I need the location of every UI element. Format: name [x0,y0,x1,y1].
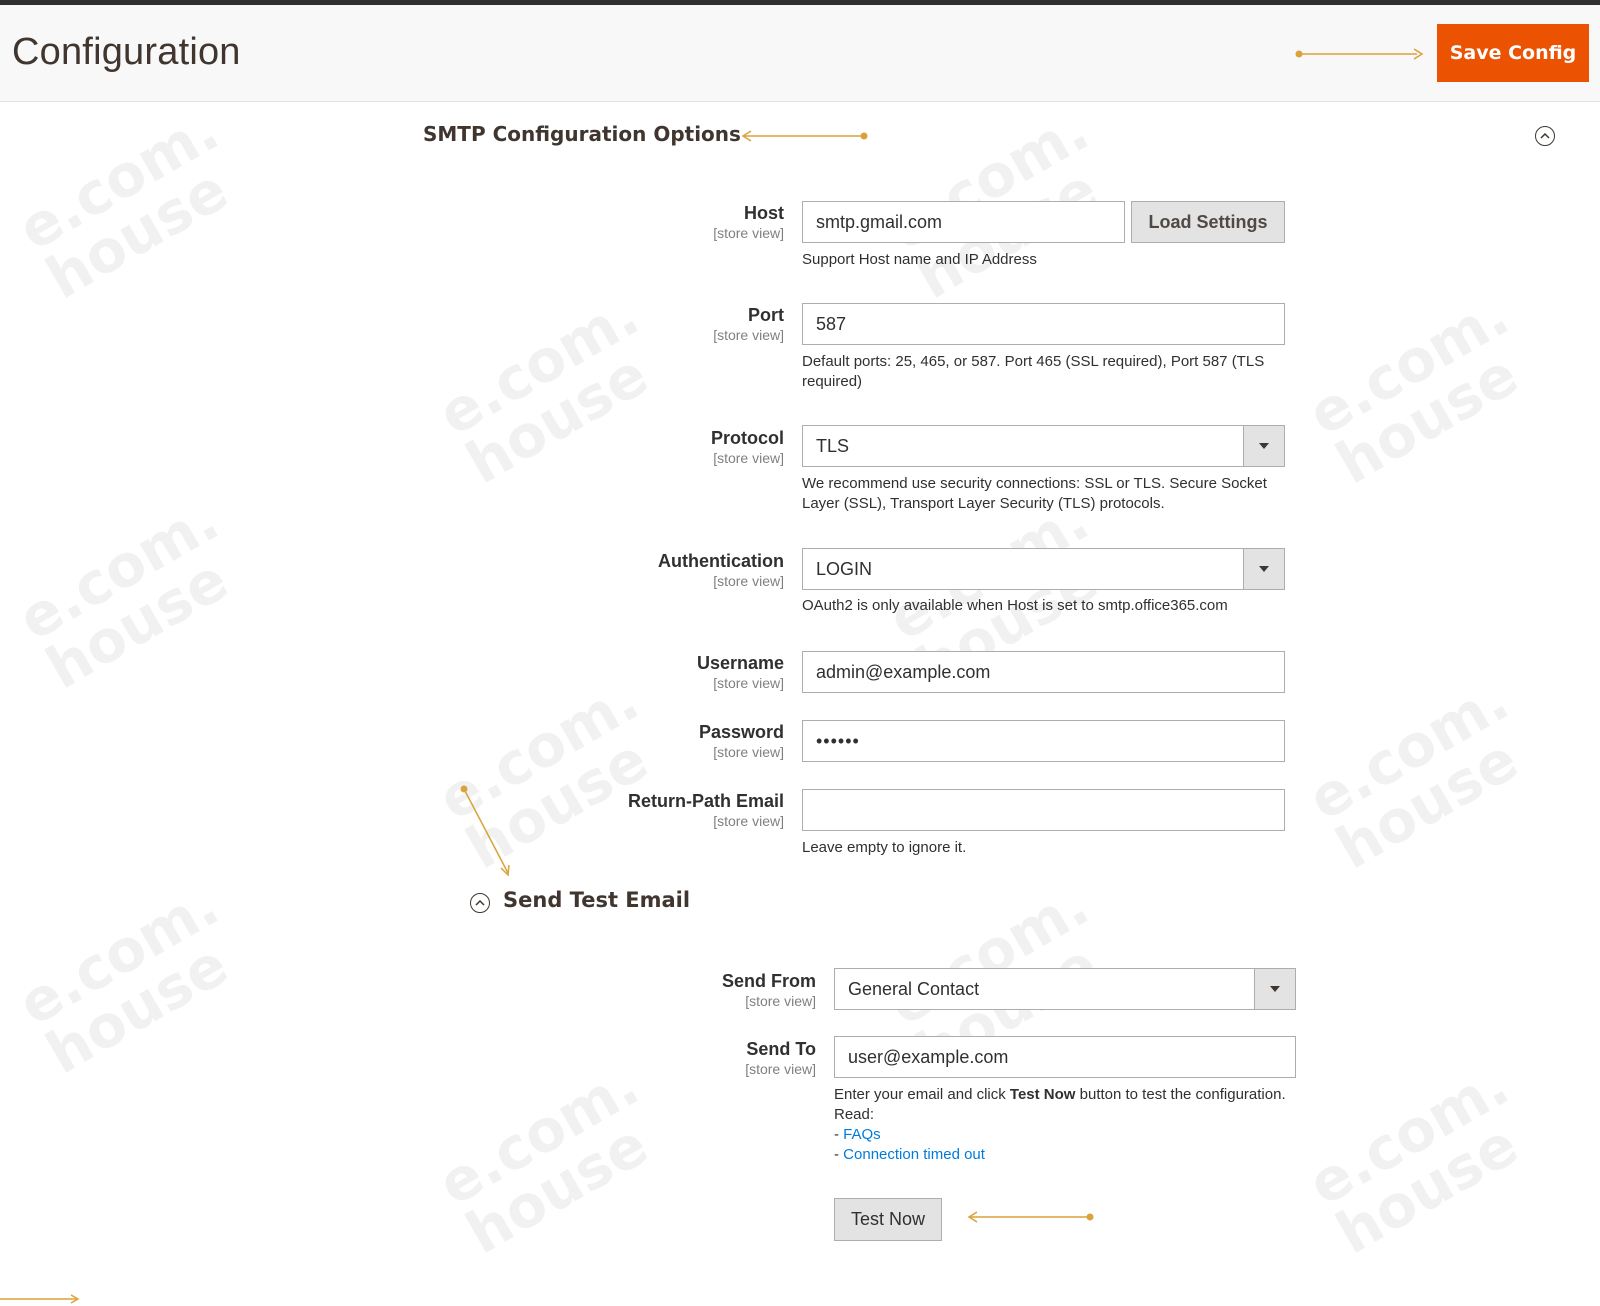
watermark: e.com. house [1297,280,1529,498]
test-now-button[interactable]: Test Now [834,1198,942,1241]
scope-label: [store view] [713,744,784,760]
send-from-label: Send From [store view] [516,970,816,1010]
field-label-text: Username [696,653,784,673]
send-from-select[interactable]: General Contact [834,968,1296,1010]
authentication-note: OAuth2 is only available when Host is se… [802,597,1228,614]
send-test-email-title: Send Test Email [503,888,691,912]
host-note: Support Host name and IP Address [802,251,1037,268]
protocol-note: We recommend use security connections: S… [802,475,1267,512]
username-label: Username [store view] [484,652,784,692]
caret-down-icon[interactable] [1254,969,1295,1009]
field-label-text: Send From [721,971,816,991]
field-label-text: Send To [746,1039,816,1059]
port-input[interactable]: 587 [802,303,1285,345]
annotation-arrow [0,1294,80,1304]
field-label-text: Protocol [710,428,784,448]
password-label: Password [store view] [484,721,784,761]
selected-value: TLS [816,436,850,456]
section-title: SMTP Configuration Options [423,122,741,146]
watermark: e.com. house [7,870,239,1088]
selected-value: General Contact [848,979,980,999]
send-to-input[interactable]: user@example.com [834,1036,1296,1078]
send-to-label: Send To [store view] [516,1038,816,1078]
send-to-note: Enter your email and click Test Now butt… [834,1085,1304,1165]
host-input[interactable]: smtp.gmail.com [802,201,1125,243]
scope-label: [store view] [713,327,784,343]
link-prefix: - [834,1126,844,1143]
watermark: e.com. house [7,485,239,703]
field-label-text: Password [698,722,784,742]
note-bold-text: Test Now [1009,1086,1076,1103]
authentication-select[interactable]: LOGIN [802,548,1285,590]
protocol-select[interactable]: TLS [802,425,1285,467]
faqs-link[interactable]: FAQs [843,1126,881,1143]
save-config-button[interactable]: Save Config [1437,24,1589,82]
chevron-up-circle-icon[interactable] [470,893,490,913]
port-note: Default ports: 25, 465, or 587. Port 465… [802,353,1265,390]
scope-label: [store view] [713,675,784,691]
field-label-text: Port [748,305,784,325]
link-prefix: - [834,1146,844,1163]
annotation-arrow [741,130,868,142]
password-input[interactable]: •••••• [802,720,1285,762]
scope-label: [store view] [713,450,784,466]
caret-down-icon[interactable] [1243,426,1284,466]
selected-value: LOGIN [816,559,873,579]
page-title: Configuration [12,31,241,73]
note-text: Enter your email and click [834,1086,1010,1103]
port-label: Port [store view] [484,304,784,344]
scope-label: [store view] [745,993,816,1009]
field-label-text: Return-Path Email [627,791,784,811]
scope-label: [store view] [713,813,784,829]
watermark: e.com. house [7,95,239,313]
connection-timed-out-link[interactable]: Connection timed out [843,1146,985,1163]
annotation-arrow [967,1211,1094,1223]
return-path-input[interactable] [802,789,1285,831]
note-read-label: Read: [834,1106,875,1123]
scope-label: [store view] [713,573,784,589]
watermark: e.com. house [427,1050,659,1268]
field-label-text: Host [744,203,784,223]
watermark: e.com. house [1297,1050,1529,1268]
load-settings-button[interactable]: Load Settings [1131,201,1285,243]
scope-label: [store view] [713,225,784,241]
scope-label: [store view] [745,1061,816,1077]
host-label: Host [store view] [484,202,784,242]
username-input[interactable]: admin@example.com [802,651,1285,693]
field-label-text: Authentication [658,551,784,571]
chevron-up-circle-icon[interactable] [1535,126,1555,146]
authentication-label: Authentication [store view] [484,550,784,590]
caret-down-icon[interactable] [1243,549,1284,589]
protocol-label: Protocol [store view] [484,427,784,467]
return-path-label: Return-Path Email [store view] [484,790,784,830]
watermark: e.com. house [1297,665,1529,883]
note-text: button to test the configuration. [1075,1086,1286,1103]
annotation-arrow [1295,48,1424,60]
return-path-note: Leave empty to ignore it. [802,839,967,856]
